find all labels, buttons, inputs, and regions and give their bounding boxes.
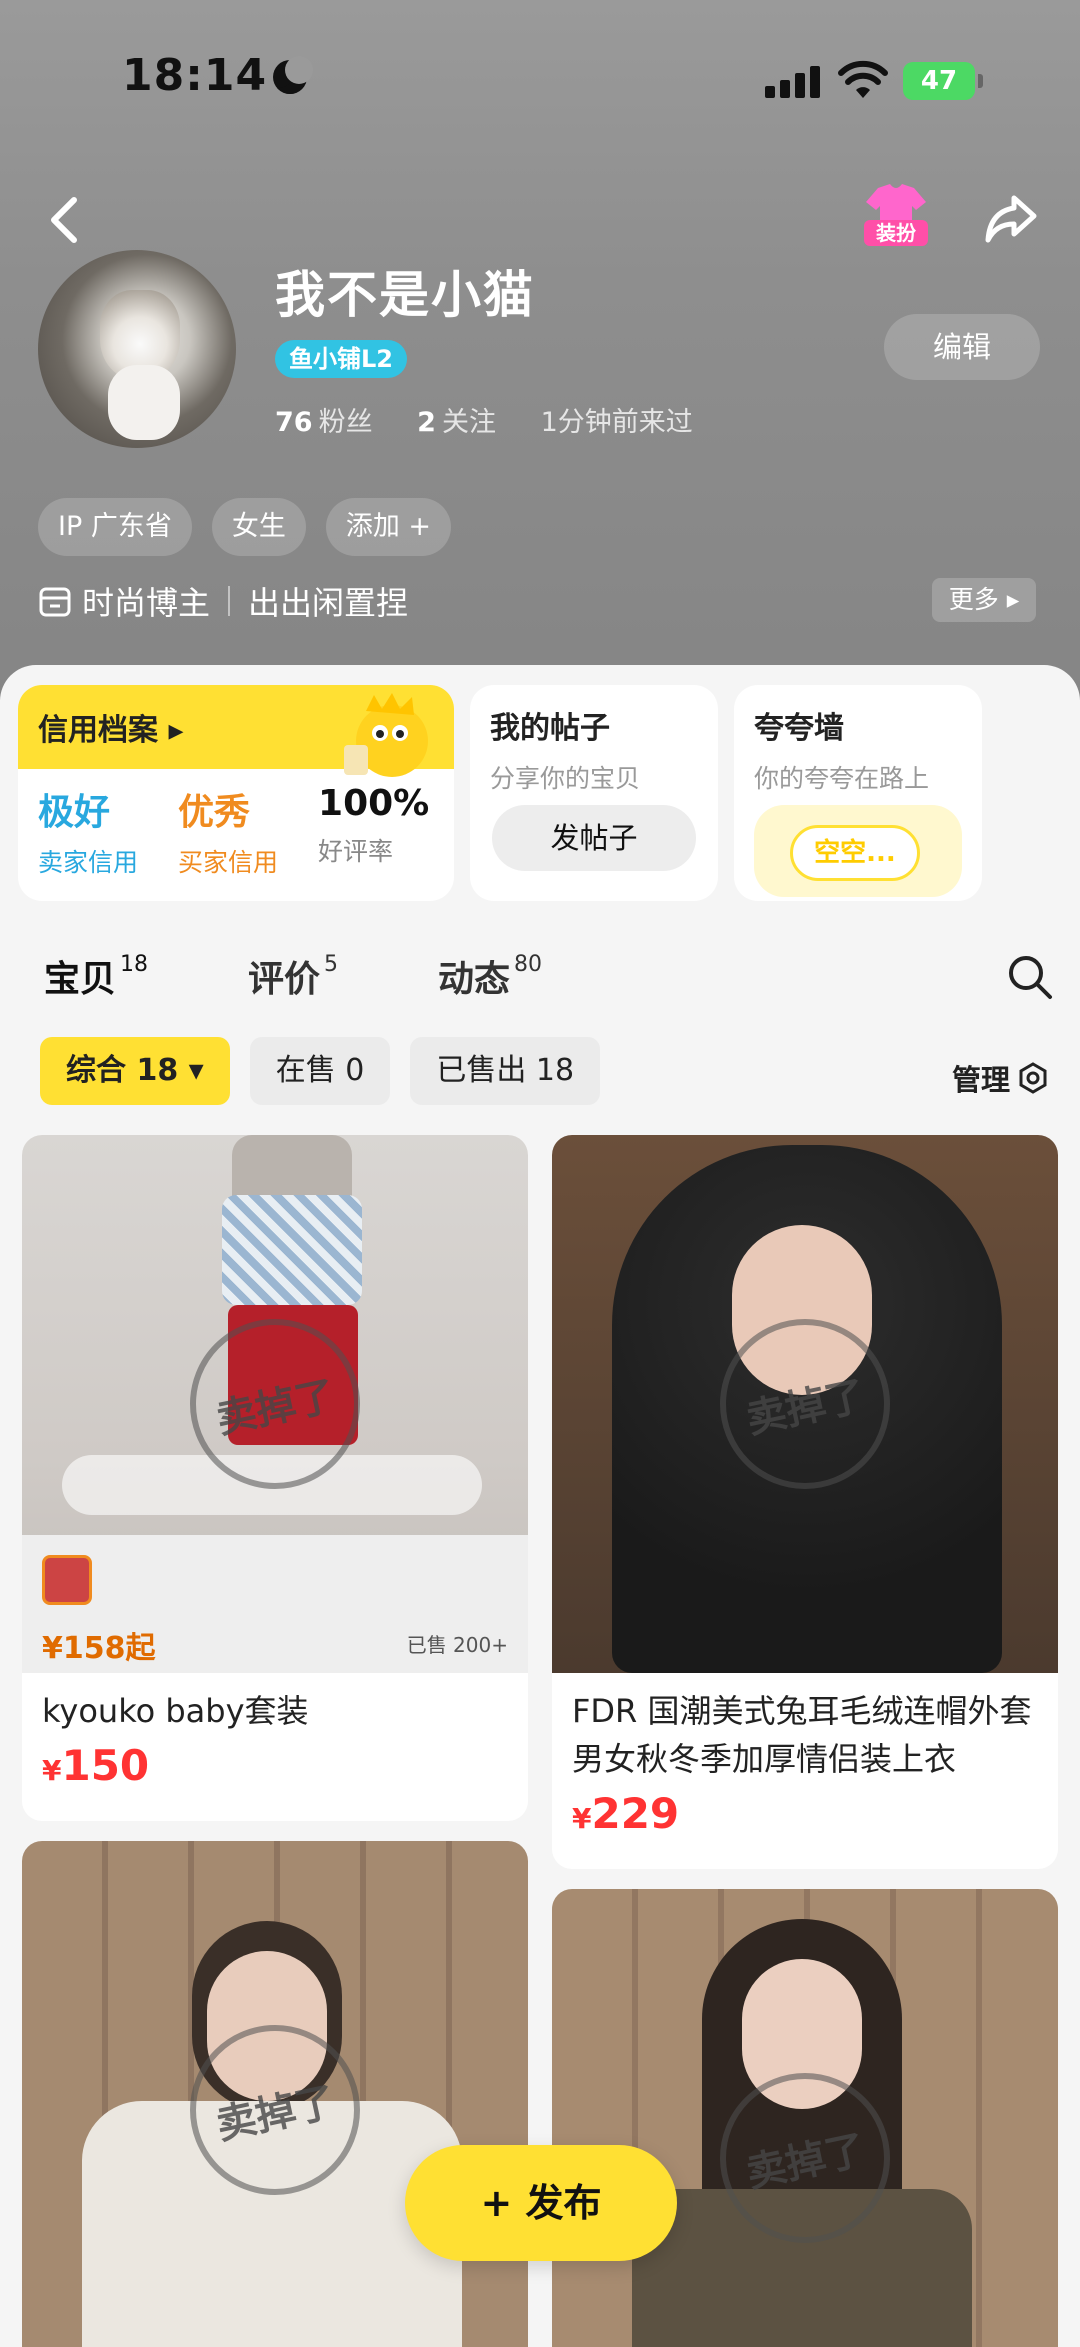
bio-role: 时尚博主	[82, 584, 211, 622]
product-card[interactable]: 卖掉了	[22, 1841, 528, 2347]
bio: 时尚博主 出出闲置捏	[38, 578, 408, 624]
buyer-credit-label: 买家信用	[178, 848, 279, 877]
posts-subtitle: 分享你的宝贝	[490, 764, 641, 793]
praise-wall-title: 夸夸墙	[754, 711, 844, 746]
product-card[interactable]: 卖掉了	[552, 1889, 1058, 2347]
gender-tag: 女生	[211, 498, 306, 556]
settings-icon	[1019, 1062, 1047, 1094]
dress-up-icon[interactable]: 装扮	[860, 180, 932, 252]
status-time: 18:14	[122, 50, 314, 101]
add-tag-button[interactable]: 添加 +	[325, 498, 452, 556]
filter-chips: 综合 18 ▾ 在售 0 已售出 18	[40, 1037, 601, 1105]
bio-text: 出出闲置捏	[248, 584, 409, 622]
follow-stat[interactable]: 2 关注	[417, 407, 514, 438]
credit-card[interactable]: 信用档案 ▸ 极好 卖家信用 优秀 买家信用 100% 好评率	[18, 685, 454, 901]
signal-icon	[765, 66, 821, 98]
profile-tags: IP 广东省 女生 添加 +	[38, 498, 452, 556]
edit-button[interactable]: 编辑	[884, 314, 1040, 380]
profile-stats: 76 粉丝 2 关注 1分钟前来过	[275, 400, 711, 439]
praise-wall-card[interactable]: 夸夸墙 你的夸夸在路上 空空...	[734, 685, 982, 901]
product-card[interactable]: ¥158起 已售 200+ 卖掉了 kyouko baby套装 ¥150	[22, 1135, 528, 1821]
tab-items[interactable]: 宝贝 18	[44, 950, 148, 1008]
wifi-icon	[838, 60, 888, 98]
seller-credit-label: 卖家信用	[38, 848, 139, 877]
rating-value: 100%	[318, 783, 430, 824]
create-post-button[interactable]: 发帖子	[492, 805, 696, 871]
product-title: kyouko baby套装	[42, 1692, 309, 1730]
praise-wall-subtitle: 你的夸夸在路上	[754, 764, 930, 793]
sold-out-stamp: 卖掉了	[190, 2025, 360, 2195]
tab-reviews[interactable]: 评价 5	[248, 950, 338, 1002]
status-bar: 18:14 47	[0, 50, 1080, 110]
share-icon[interactable]	[982, 190, 1038, 246]
tab-activity[interactable]: 动态 80	[438, 950, 542, 1002]
product-image: 卖掉了	[22, 1841, 528, 2347]
avatar[interactable]	[38, 250, 236, 448]
filter-sold[interactable]: 已售出 18	[410, 1037, 601, 1105]
product-image: 卖掉了	[552, 1135, 1058, 1673]
rating-label: 好评率	[318, 837, 394, 866]
last-seen: 1分钟前来过	[540, 407, 693, 438]
fans-stat[interactable]: 76 粉丝	[275, 407, 391, 438]
filter-all[interactable]: 综合 18 ▾	[40, 1037, 230, 1105]
sold-out-stamp: 卖掉了	[720, 1319, 890, 1489]
product-image: 卖掉了	[552, 1889, 1058, 2347]
content-tabs: 宝贝 18 评价 5 动态 80	[44, 950, 642, 1008]
svg-text:装扮: 装扮	[875, 221, 917, 245]
main-content: 信用档案 ▸ 极好 卖家信用 优秀 买家信用 100% 好评率 我的帖子 分享你的宝贝…	[0, 665, 1080, 2347]
product-card[interactable]: 卖掉了 FDR 国潮美式兔耳毛绒连帽外套男女秋冬季加厚情侣装上衣 ¥229	[552, 1135, 1058, 1869]
publish-button[interactable]: + 发布	[405, 2145, 677, 2261]
back-icon[interactable]	[40, 190, 90, 250]
credit-title: 信用档案	[38, 713, 158, 748]
buyer-credit-value: 优秀	[178, 792, 251, 833]
product-title: FDR 国潮美式兔耳毛绒连帽外套男女秋冬季加厚情侣装上衣	[572, 1692, 1032, 1778]
moon-icon	[273, 56, 314, 94]
posts-title: 我的帖子	[490, 711, 610, 746]
seller-credit-value: 极好	[38, 792, 111, 833]
posts-card[interactable]: 我的帖子 分享你的宝贝 发帖子	[470, 685, 718, 901]
shop-icon	[39, 587, 71, 617]
sold-out-stamp: 卖掉了	[190, 1319, 360, 1489]
search-icon[interactable]	[1005, 952, 1055, 1002]
battery-icon: 47	[903, 62, 983, 100]
ip-location-tag: IP 广东省	[38, 498, 192, 556]
manage-button[interactable]: 管理	[952, 1057, 1050, 1099]
product-price: ¥150	[42, 1741, 150, 1790]
filter-on-sale[interactable]: 在售 0	[249, 1037, 391, 1105]
user-name: 我不是小猫	[275, 266, 535, 324]
product-image: ¥158起 已售 200+ 卖掉了	[22, 1135, 528, 1673]
sold-out-stamp: 卖掉了	[720, 2073, 890, 2243]
product-price: ¥229	[572, 1789, 680, 1838]
shop-level-badge[interactable]: 鱼小铺L2	[275, 340, 407, 378]
mascot-icon	[344, 693, 428, 777]
praise-empty-bubble: 空空...	[790, 825, 920, 881]
more-button[interactable]: 更多 ▸	[932, 578, 1036, 622]
